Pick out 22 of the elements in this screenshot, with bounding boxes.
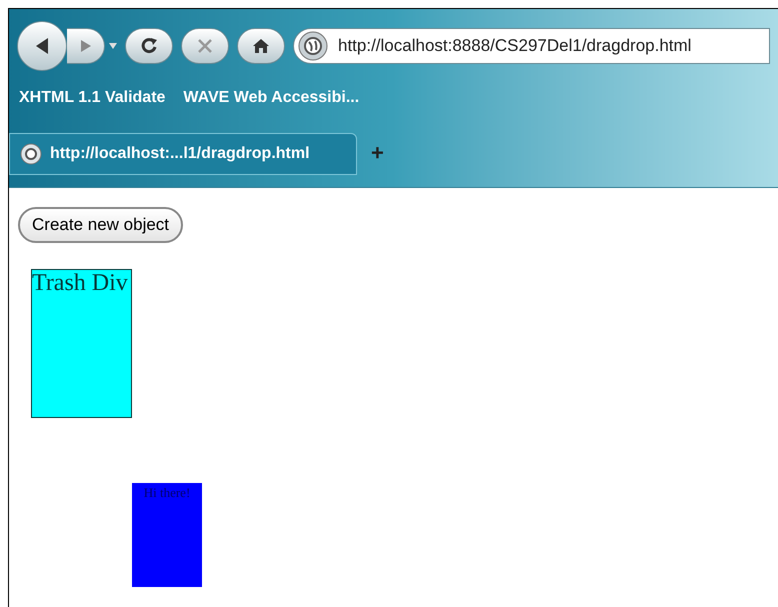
dropdown-icon[interactable] — [109, 43, 117, 49]
reload-icon — [140, 37, 158, 55]
forward-button[interactable] — [67, 28, 105, 64]
close-icon — [197, 38, 213, 54]
home-button[interactable] — [237, 28, 285, 64]
back-button[interactable] — [17, 21, 67, 71]
reload-button[interactable] — [125, 28, 173, 64]
bookmark-link[interactable]: WAVE Web Accessibi... — [183, 86, 360, 110]
forward-icon — [80, 39, 92, 53]
back-icon — [34, 37, 50, 55]
address-field[interactable]: http://localhost:8888/CS297Del1/dragdrop.html — [293, 28, 770, 64]
create-object-button[interactable]: Create new object — [18, 207, 184, 243]
home-icon — [252, 38, 270, 54]
new-tab-button[interactable]: + — [371, 136, 384, 169]
browser-tab[interactable]: http://localhost:...l1/dragdrop.html — [9, 133, 357, 175]
tab-title: http://localhost:...l1/dragdrop.html — [50, 144, 310, 164]
stop-button[interactable] — [181, 28, 229, 64]
globe-icon — [298, 31, 328, 61]
trash-drop-zone: Trash Div — [31, 269, 132, 418]
globe-icon — [20, 143, 42, 165]
bookmark-link[interactable]: XHTML 1.1 Validate — [19, 86, 166, 110]
url-text: http://localhost:8888/CS297Del1/dragdrop.html — [338, 35, 692, 58]
